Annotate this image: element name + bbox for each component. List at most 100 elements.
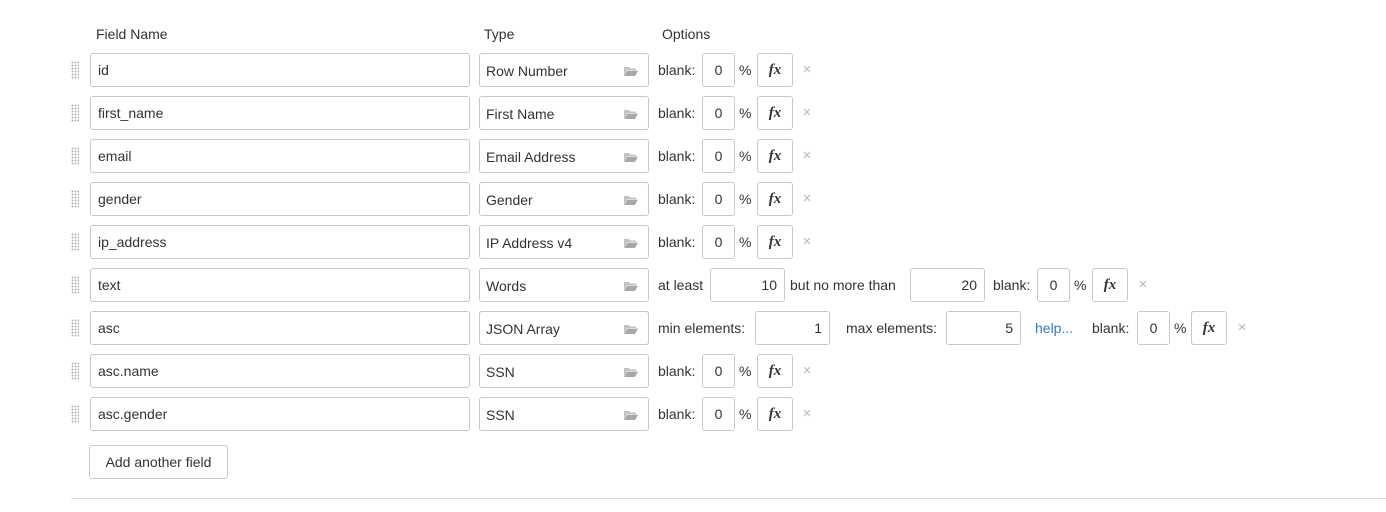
formula-button[interactable]: fx: [757, 354, 793, 388]
percent-sign: %: [739, 62, 752, 78]
at-least-label: at least: [658, 277, 704, 293]
field-name-input[interactable]: [90, 268, 470, 302]
folder-open-icon: [624, 67, 638, 76]
drag-handle-icon[interactable]: [71, 147, 79, 165]
type-selector[interactable]: SSN: [479, 354, 649, 388]
type-label: SSN: [486, 364, 515, 380]
no-more-than-label: but no more than: [790, 277, 896, 293]
blank-percent-input[interactable]: [702, 139, 735, 173]
blank-percent-input[interactable]: [1037, 268, 1070, 302]
remove-field-button[interactable]: ×: [801, 146, 813, 166]
field-row-email: Email Address blank: % fx ×: [0, 139, 1386, 173]
field-row-asc: JSON Array min elements: max elements: h…: [0, 311, 1386, 345]
blank-percent-input[interactable]: [702, 397, 735, 431]
remove-field-button[interactable]: ×: [801, 103, 813, 123]
section-divider: [71, 498, 1386, 499]
options-header: Options: [662, 26, 711, 42]
help-link[interactable]: help...: [1035, 319, 1073, 337]
remove-field-button[interactable]: ×: [801, 361, 813, 381]
field-name-input[interactable]: [90, 225, 470, 259]
remove-field-button[interactable]: ×: [801, 404, 813, 424]
folder-open-icon: [624, 239, 638, 248]
type-label: Gender: [486, 192, 533, 208]
percent-sign: %: [739, 148, 752, 164]
formula-button[interactable]: fx: [757, 139, 793, 173]
field-name-input[interactable]: [90, 397, 470, 431]
type-label: Words: [486, 278, 527, 294]
blank-percent-input[interactable]: [702, 96, 735, 130]
max-elements-label: max elements:: [846, 320, 938, 336]
percent-sign: %: [1174, 320, 1187, 336]
blank-label: blank:: [658, 406, 696, 422]
folder-open-icon: [624, 153, 638, 162]
remove-field-button[interactable]: ×: [1236, 318, 1248, 338]
type-selector[interactable]: Words: [479, 268, 649, 302]
field-name-input[interactable]: [90, 311, 470, 345]
percent-sign: %: [739, 406, 752, 422]
percent-sign: %: [739, 363, 752, 379]
field-row-asc-gender: SSN blank: % fx ×: [0, 397, 1386, 431]
drag-handle-icon[interactable]: [71, 405, 79, 423]
formula-button[interactable]: fx: [757, 182, 793, 216]
drag-handle-icon[interactable]: [71, 104, 79, 122]
folder-open-icon: [624, 325, 638, 334]
blank-percent-input[interactable]: [702, 53, 735, 87]
type-selector[interactable]: First Name: [479, 96, 649, 130]
drag-handle-icon[interactable]: [71, 276, 79, 294]
type-label: IP Address v4: [486, 235, 573, 251]
field-name-header: Field Name: [96, 26, 168, 42]
add-another-field-button[interactable]: Add another field: [89, 445, 228, 479]
formula-button[interactable]: fx: [1191, 311, 1227, 345]
remove-field-button[interactable]: ×: [801, 232, 813, 252]
drag-handle-icon[interactable]: [71, 233, 79, 251]
formula-button[interactable]: fx: [757, 96, 793, 130]
formula-button[interactable]: fx: [757, 53, 793, 87]
min-elements-input[interactable]: [755, 311, 830, 345]
formula-button[interactable]: fx: [757, 397, 793, 431]
blank-label: blank:: [993, 277, 1031, 293]
blank-percent-input[interactable]: [702, 354, 735, 388]
blank-percent-input[interactable]: [702, 182, 735, 216]
drag-handle-icon[interactable]: [71, 362, 79, 380]
remove-field-button[interactable]: ×: [801, 189, 813, 209]
type-selector[interactable]: Row Number: [479, 53, 649, 87]
drag-handle-icon[interactable]: [71, 190, 79, 208]
type-selector[interactable]: SSN: [479, 397, 649, 431]
field-row-gender: Gender blank: % fx ×: [0, 182, 1386, 216]
field-name-input[interactable]: [90, 139, 470, 173]
folder-open-icon: [624, 411, 638, 420]
remove-field-button[interactable]: ×: [801, 60, 813, 80]
folder-open-icon: [624, 110, 638, 119]
formula-button[interactable]: fx: [1092, 268, 1128, 302]
field-name-input[interactable]: [90, 182, 470, 216]
blank-percent-input[interactable]: [702, 225, 735, 259]
max-elements-input[interactable]: [946, 311, 1021, 345]
type-header: Type: [484, 26, 515, 42]
blank-label: blank:: [1092, 320, 1130, 336]
field-name-input[interactable]: [90, 354, 470, 388]
percent-sign: %: [739, 234, 752, 250]
field-name-input[interactable]: [90, 53, 470, 87]
drag-handle-icon[interactable]: [71, 319, 79, 337]
percent-sign: %: [1074, 277, 1087, 293]
field-name-input[interactable]: [90, 96, 470, 130]
formula-button[interactable]: fx: [757, 225, 793, 259]
drag-handle-icon[interactable]: [71, 61, 79, 79]
remove-field-button[interactable]: ×: [1137, 275, 1149, 295]
percent-sign: %: [739, 191, 752, 207]
blank-label: blank:: [658, 148, 696, 164]
blank-label: blank:: [658, 105, 696, 121]
type-selector[interactable]: JSON Array: [479, 311, 649, 345]
type-selector[interactable]: Email Address: [479, 139, 649, 173]
blank-percent-input[interactable]: [1137, 311, 1170, 345]
blank-label: blank:: [658, 363, 696, 379]
type-selector[interactable]: Gender: [479, 182, 649, 216]
no-more-than-input[interactable]: [910, 268, 985, 302]
at-least-input[interactable]: [710, 268, 785, 302]
type-label: First Name: [486, 106, 555, 122]
field-row-ip-address: IP Address v4 blank: % fx ×: [0, 225, 1386, 259]
field-row-id: Row Number blank: % fx ×: [0, 53, 1386, 87]
fields-header: Field Name Type Options: [0, 25, 1386, 43]
blank-label: blank:: [658, 234, 696, 250]
type-selector[interactable]: IP Address v4: [479, 225, 649, 259]
